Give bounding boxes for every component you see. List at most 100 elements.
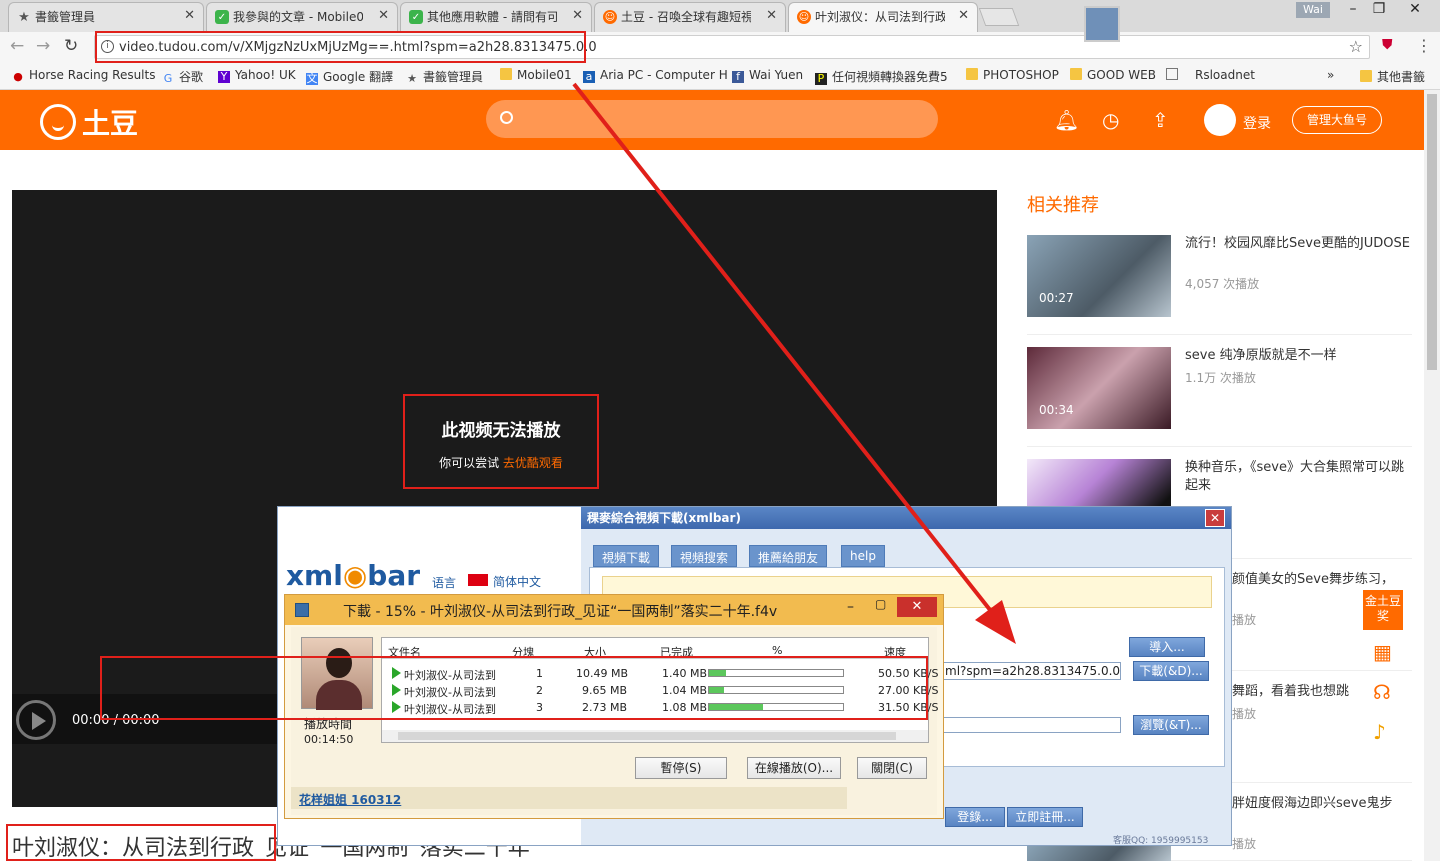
- google-icon: G: [163, 72, 173, 85]
- reload-icon[interactable]: ↻: [64, 36, 78, 56]
- profile-badge[interactable]: Wai: [1296, 2, 1330, 18]
- flag-icon: [468, 574, 488, 586]
- bookmarks-overflow-button[interactable]: »: [1327, 68, 1334, 82]
- save-path-field[interactable]: [941, 717, 1121, 733]
- close-tab-icon[interactable]: ✕: [958, 8, 969, 23]
- pin-icon: ●: [13, 70, 23, 83]
- menu-icon[interactable]: ⋮: [1416, 36, 1432, 55]
- close-tab-icon[interactable]: ✕: [378, 8, 389, 23]
- language-select[interactable]: 简体中文: [493, 573, 541, 590]
- language-label: 语言: [432, 576, 457, 590]
- bookmark-other[interactable]: 其他書籤: [1360, 68, 1425, 85]
- browse-button[interactable]: 瀏覽(&T)...: [1133, 715, 1209, 735]
- restore-window-icon[interactable]: ❐: [1362, 0, 1396, 20]
- extension-icon[interactable]: ⛊: [1382, 37, 1393, 53]
- bookmark-yahoo[interactable]: Y Yahoo! UK: [218, 68, 296, 83]
- youku-link[interactable]: 去优酷观看: [503, 456, 563, 470]
- search-input[interactable]: [486, 100, 938, 138]
- forward-icon[interactable]: →: [36, 36, 50, 56]
- page-scrollbar[interactable]: [1424, 90, 1440, 861]
- tab-recommend[interactable]: 推薦給朋友: [749, 545, 828, 567]
- tab-mobile01-software[interactable]: ✓ 其他應用軟體 - 請問有可 ✕: [400, 2, 592, 32]
- minimize-icon[interactable]: –: [847, 599, 854, 615]
- mobile01-icon: ✓: [409, 10, 423, 24]
- video-thumbnail[interactable]: 00:34: [1027, 347, 1171, 429]
- error-subtitle: 你可以尝试 去优酷观看: [439, 456, 563, 470]
- import-button[interactable]: 導入...: [1129, 637, 1205, 657]
- star-icon: ★: [18, 9, 30, 25]
- tudou-icon: ☺: [603, 10, 617, 24]
- close-icon[interactable]: ✕: [897, 597, 937, 617]
- tab-help[interactable]: help: [841, 545, 885, 567]
- notice-bell-icon[interactable]: ♪: [1373, 720, 1386, 744]
- scrollbar-thumb[interactable]: [398, 732, 896, 740]
- close-tab-icon[interactable]: ✕: [572, 8, 583, 23]
- source-link[interactable]: 花样姐姐 160312: [299, 791, 401, 808]
- close-tab-icon[interactable]: ✕: [766, 8, 777, 23]
- qrcode-icon[interactable]: ▦: [1373, 640, 1392, 664]
- bookmark-photoshop[interactable]: PHOTOSHOP: [966, 68, 1059, 82]
- new-tab-button[interactable]: [978, 8, 1020, 26]
- bookmark-mobile01[interactable]: Mobile01: [500, 68, 572, 82]
- login-button[interactable]: 登錄...: [945, 807, 1005, 827]
- aria-icon: a: [583, 71, 595, 83]
- bookmark-manager[interactable]: ★ 書籤管理員: [406, 68, 483, 85]
- facebook-icon: f: [732, 71, 744, 83]
- site-header: 土豆 🔔︎ ◷ ⇪ 登录 管理大鱼号: [0, 90, 1424, 150]
- bookmark-rsloadnet[interactable]: Rsloadnet: [1166, 68, 1255, 82]
- close-window-icon[interactable]: ✕: [1398, 0, 1432, 20]
- yahoo-icon: Y: [218, 71, 230, 83]
- play-online-button[interactable]: 在線播放(O)...: [747, 757, 841, 779]
- xmlbar-title: 稞麥綜合視頻下載(xmlbar): [581, 507, 1231, 529]
- related-item[interactable]: 00:27 流行！校园风靡比Seve更酷的JUDOSE 4,057 次播放: [1027, 235, 1412, 335]
- bookmark-google[interactable]: G 谷歌: [162, 68, 203, 85]
- avatar[interactable]: [1204, 104, 1236, 136]
- history-icon[interactable]: ◷: [1102, 108, 1119, 132]
- url-field[interactable]: ml?spm=a2h28.8313475.0.0: [941, 662, 1121, 680]
- close-tab-icon[interactable]: ✕: [184, 8, 195, 23]
- close-button[interactable]: 關閉(C): [857, 757, 927, 779]
- maximize-icon[interactable]: ▢: [875, 597, 886, 611]
- gold-award-badge[interactable]: 金土豆奖: [1363, 590, 1403, 630]
- related-item[interactable]: 00:34 seve 纯净原版就是不一样 1.1万 次播放: [1027, 347, 1412, 447]
- bookmark-star-icon[interactable]: ☆: [1349, 37, 1363, 56]
- manage-button[interactable]: 管理大鱼号: [1292, 106, 1382, 134]
- download-button[interactable]: 下載(&D)...: [1133, 661, 1209, 681]
- tab-mobile01-articles[interactable]: ✓ 我參與的文章 - Mobile01 ✕: [206, 2, 398, 32]
- scrollbar-thumb[interactable]: [1427, 94, 1437, 370]
- login-link[interactable]: 登录: [1243, 113, 1271, 133]
- bookmark-good-web[interactable]: GOOD WEB: [1070, 68, 1156, 82]
- xmlbar-tray-icon[interactable]: [1084, 6, 1120, 42]
- register-button[interactable]: 立即註冊...: [1007, 807, 1083, 827]
- tab-tudou-home[interactable]: ☺ 土豆 - 召喚全球有趣短視 ✕: [594, 2, 786, 32]
- headset-icon[interactable]: ☊: [1373, 680, 1391, 704]
- tudou-icon: ☺: [797, 10, 811, 24]
- folder-icon: [500, 68, 512, 80]
- search-icon: [500, 111, 513, 124]
- pause-button[interactable]: 暫停(S): [635, 757, 727, 779]
- video-thumbnail[interactable]: [1027, 845, 1171, 861]
- tudou-face-icon: [40, 104, 76, 140]
- back-icon[interactable]: ←: [10, 36, 24, 56]
- bookmark-wai-yuen[interactable]: f Wai Yuen: [732, 68, 803, 83]
- bookmark-video-converter[interactable]: P 任何視頻轉換器免費5: [815, 68, 948, 85]
- xmlbar-close-button[interactable]: ✕: [1205, 509, 1225, 527]
- bookmark-google-translate[interactable]: 文 Google 翻譯: [306, 68, 393, 85]
- floating-toolbar: 金土豆奖 ▦ ☊ ♪: [1363, 590, 1403, 750]
- tudou-logo[interactable]: 土豆: [40, 102, 138, 142]
- tab-video-search[interactable]: 視頻搜索: [671, 545, 738, 567]
- translate-icon: 文: [306, 72, 318, 85]
- tab-tudou-video[interactable]: ☺ 叶刘淑仪：从司法到行政 ✕: [788, 2, 978, 32]
- title-highlight-box: [6, 824, 276, 861]
- tab-bookmark-manager[interactable]: ★ 書籤管理員 ✕: [8, 2, 204, 32]
- bookmark-aria[interactable]: a Aria PC - Computer H: [583, 68, 728, 83]
- upload-icon[interactable]: ⇪: [1152, 108, 1169, 132]
- horizontal-scrollbar[interactable]: [382, 730, 928, 742]
- play-button[interactable]: [16, 700, 56, 740]
- video-thumbnail[interactable]: 00:27: [1027, 235, 1171, 317]
- folder-icon: [1360, 70, 1372, 82]
- download-footer: 花样姐姐 160312: [291, 787, 847, 809]
- bookmark-horse-racing[interactable]: ● Horse Racing Results: [12, 68, 155, 83]
- tab-video-download[interactable]: 視頻下載: [593, 545, 660, 567]
- bell-icon[interactable]: 🔔︎: [1054, 108, 1079, 132]
